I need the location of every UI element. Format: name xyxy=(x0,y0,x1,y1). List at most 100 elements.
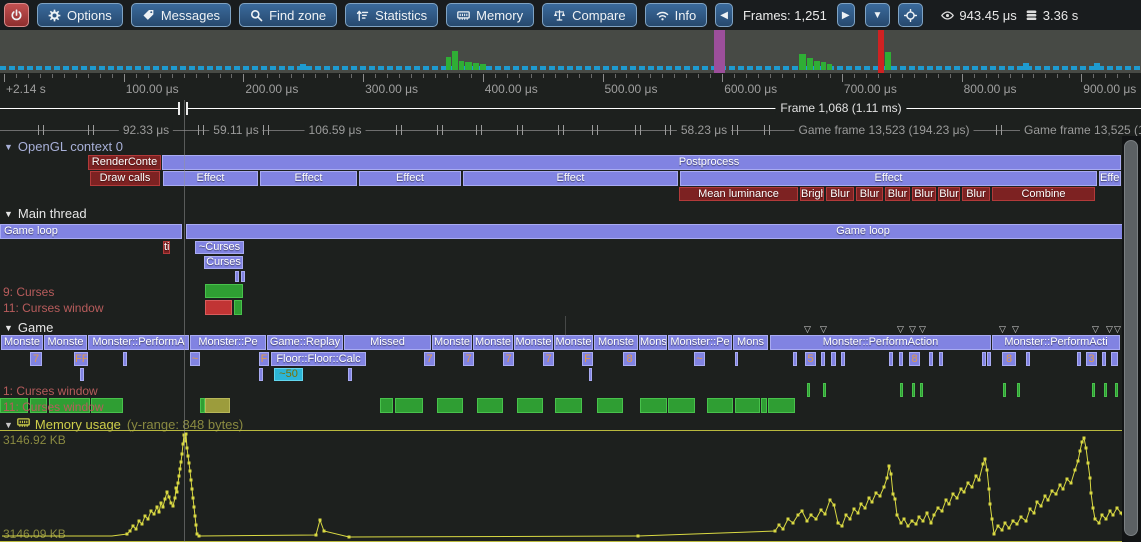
scrollbar-track[interactable] xyxy=(1122,136,1141,542)
lock-activity-bar[interactable] xyxy=(823,383,826,397)
lock-activity-bar[interactable] xyxy=(668,398,695,413)
zone-bar[interactable]: Mons xyxy=(733,335,768,350)
zone-bar[interactable]: Combine xyxy=(992,187,1095,201)
memory-button[interactable]: Memory xyxy=(446,3,534,27)
histogram-bar-green[interactable] xyxy=(452,51,458,70)
lock-activity-bar[interactable] xyxy=(437,398,463,413)
histogram-bar-green[interactable] xyxy=(465,62,472,70)
lock-activity-bar[interactable] xyxy=(900,383,903,397)
zone-bar[interactable] xyxy=(929,352,933,366)
zone-bar[interactable]: Draw calls xyxy=(90,171,160,186)
zone-bar[interactable]: Effect xyxy=(163,171,258,186)
zone-bar[interactable] xyxy=(899,352,903,366)
zone-bar[interactable]: Game::Replay xyxy=(267,335,343,350)
subframe-label[interactable]: 106.59 μs xyxy=(305,123,366,137)
histogram-frame-marker[interactable] xyxy=(878,30,884,73)
zone-bar[interactable] xyxy=(589,368,592,381)
zone-bar[interactable]: Effect xyxy=(680,171,1097,186)
zone-bar[interactable]: 5 xyxy=(805,352,816,366)
zone-bar[interactable] xyxy=(123,352,127,366)
histogram-bar-green[interactable] xyxy=(473,63,479,70)
zone-bar[interactable]: Monster::PerformAction xyxy=(770,335,991,350)
histogram-bar-green[interactable] xyxy=(885,52,891,70)
lock-activity-bar[interactable] xyxy=(597,398,623,413)
histogram-bar-green[interactable] xyxy=(446,57,451,70)
message-marker[interactable]: ▽ xyxy=(804,325,811,334)
zone-bar[interactable]: 7 xyxy=(503,352,514,366)
zone-bar[interactable]: Blur xyxy=(912,187,936,201)
zone-bar[interactable]: Monste xyxy=(514,335,553,350)
lock-activity-bar[interactable] xyxy=(1017,383,1020,397)
lock-activity-bar[interactable] xyxy=(395,398,423,413)
zone-bar[interactable]: 8 xyxy=(623,352,636,366)
compare-button[interactable]: Compare xyxy=(542,3,636,27)
histogram-bar-green[interactable] xyxy=(807,58,813,70)
zone-bar[interactable] xyxy=(241,271,245,282)
zone-bar[interactable]: Monste xyxy=(432,335,472,350)
zone-bar[interactable]: Monster::Pe xyxy=(190,335,266,350)
section-header-opengl[interactable]: ▼OpenGL context 0 xyxy=(4,139,123,154)
lock-label[interactable]: 11: Curses window xyxy=(3,400,104,414)
center-view-button[interactable] xyxy=(898,3,923,27)
zone-bar[interactable]: Effect xyxy=(359,171,461,186)
zone-bar[interactable]: Effec xyxy=(1099,171,1121,186)
zone-bar[interactable]: Effect xyxy=(260,171,357,186)
lock-activity-bar[interactable] xyxy=(920,383,923,397)
zone-bar[interactable]: F xyxy=(259,352,269,366)
frame-histogram[interactable] xyxy=(0,30,1141,73)
lock-activity-bar[interactable] xyxy=(205,398,230,413)
histogram-bar-green[interactable] xyxy=(827,64,832,70)
zone-bar[interactable]: Game loop xyxy=(186,224,1141,239)
zone-bar[interactable] xyxy=(1077,352,1081,366)
zone-bar[interactable]: 7 xyxy=(543,352,554,366)
zone-bar[interactable]: F xyxy=(582,352,593,366)
zone-bar[interactable]: Monste xyxy=(44,335,87,350)
zone-bar[interactable]: 8 xyxy=(909,352,920,366)
zone-bar[interactable]: Brigh xyxy=(800,187,824,201)
zone-bar[interactable]: Missed xyxy=(344,335,431,350)
zone-bar[interactable]: Monster::PerformActi xyxy=(992,335,1120,350)
zone-bar[interactable] xyxy=(1111,352,1118,366)
zone-bar[interactable]: Monster::Pe xyxy=(668,335,732,350)
lock-activity-bar[interactable] xyxy=(1104,383,1107,397)
zone-bar[interactable]: RenderConte xyxy=(88,155,161,170)
options-button[interactable]: Options xyxy=(37,3,123,27)
zone-bar[interactable] xyxy=(1102,352,1106,366)
zone-bar[interactable]: Monste xyxy=(594,335,638,350)
zone-bar[interactable] xyxy=(80,368,84,381)
message-marker[interactable]: ▽ xyxy=(820,325,827,334)
lock-activity-bar[interactable] xyxy=(1092,383,1095,397)
zone-bar[interactable]: ~Curses xyxy=(195,241,244,254)
zone-bar[interactable] xyxy=(793,352,797,366)
frame-label[interactable]: Frame 1,068 (1.11 ms) xyxy=(775,101,906,115)
histogram-bar-green[interactable] xyxy=(821,62,826,70)
histogram-frame-marker[interactable] xyxy=(714,30,725,73)
histogram-bar-green[interactable] xyxy=(480,64,486,70)
subframe-label[interactable]: 59.11 μs xyxy=(209,123,262,137)
zone-bar[interactable]: Monster::PerformA xyxy=(88,335,189,350)
zone-bar[interactable]: Effect xyxy=(463,171,678,186)
lock-activity-bar[interactable] xyxy=(807,383,810,397)
zone-bar[interactable] xyxy=(821,352,825,366)
zone-bar[interactable]: Blur xyxy=(962,187,990,201)
lock-activity-bar[interactable] xyxy=(640,398,667,413)
zone-bar[interactable] xyxy=(1026,352,1030,366)
zone-bar[interactable] xyxy=(889,352,893,366)
zone-bar[interactable]: Blur xyxy=(826,187,854,201)
statistics-button[interactable]: Statistics xyxy=(345,3,438,27)
zone-bar[interactable]: Postprocess xyxy=(162,155,1121,170)
histogram-bar-green[interactable] xyxy=(459,61,464,70)
zone-bar[interactable] xyxy=(831,352,836,366)
scrollbar-handle[interactable] xyxy=(1124,140,1138,536)
zone-bar[interactable]: Mean luminance xyxy=(679,187,798,201)
zone-bar[interactable]: Blur xyxy=(938,187,960,201)
subframe-label[interactable]: Game frame 13,523 (194.23 μs) xyxy=(795,123,974,137)
message-marker[interactable]: ▽ xyxy=(1092,325,1099,334)
zone-bar[interactable]: ~50 xyxy=(274,368,303,381)
lock-activity-bar[interactable] xyxy=(234,300,242,315)
lock-activity-bar[interactable] xyxy=(555,398,582,413)
zone-bar[interactable]: Curses xyxy=(204,256,243,269)
zone-bar[interactable]: ti xyxy=(163,241,170,254)
prev-frame-button[interactable]: ◀ xyxy=(715,3,733,27)
message-marker[interactable]: ▽ xyxy=(999,325,1006,334)
